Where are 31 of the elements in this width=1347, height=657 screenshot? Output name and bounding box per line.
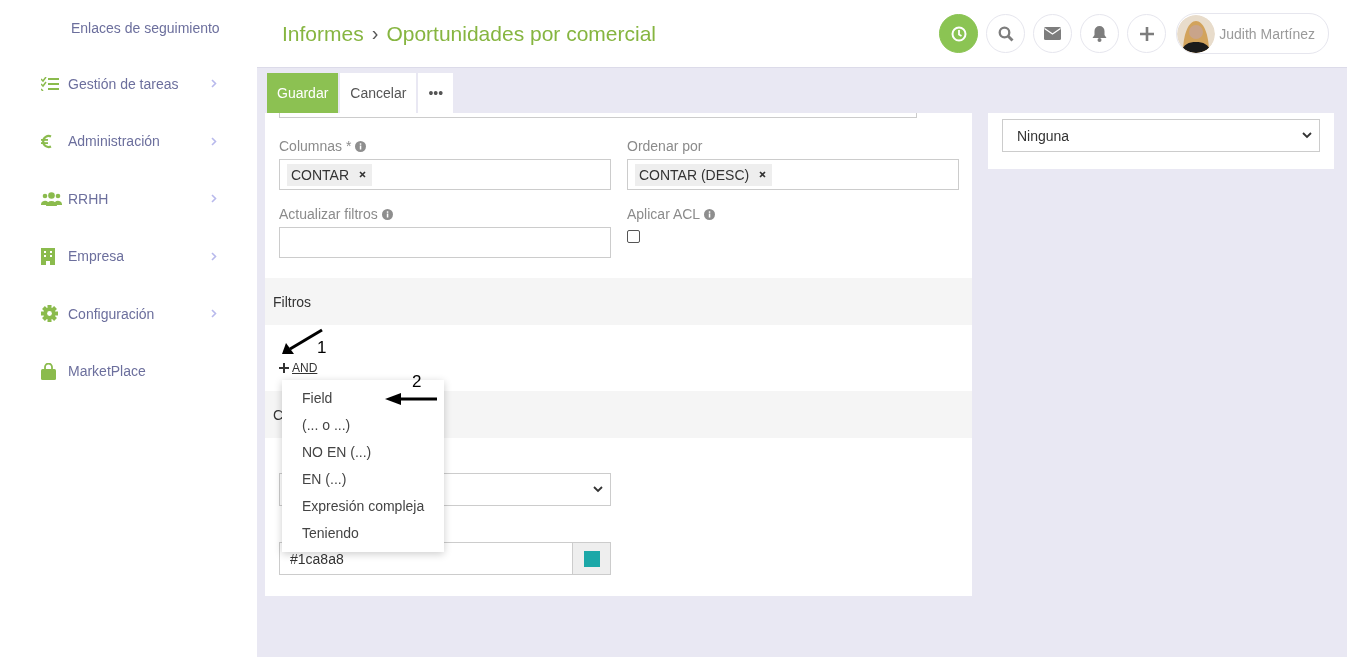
annotation-number: 2 bbox=[412, 372, 422, 392]
sidebar-item[interactable]: Administración bbox=[68, 133, 211, 150]
sidebar-item[interactable]: MarketPlace bbox=[68, 363, 257, 380]
tag-field[interactable]: CONTAR bbox=[279, 159, 611, 190]
tag-label: CONTAR bbox=[291, 166, 350, 183]
breadcrumb-separator: › bbox=[371, 22, 379, 45]
sidebar-item[interactable]: Empresa bbox=[68, 248, 211, 265]
annotation-number: 1 bbox=[317, 338, 327, 358]
section-title: C bbox=[273, 406, 284, 423]
field-label: Aplicar ACL bbox=[627, 206, 701, 222]
field-label: Ordenar por bbox=[627, 138, 703, 154]
section-title: Filtros bbox=[273, 293, 312, 310]
tag-label: CONTAR (DESC) bbox=[639, 166, 750, 183]
cancel-button[interactable]: Cancelar bbox=[340, 73, 417, 113]
page-title: Oportunidades por comercial bbox=[386, 21, 656, 46]
menu-item[interactable]: EN (...) bbox=[282, 466, 444, 493]
menu-item[interactable]: Teniendo bbox=[282, 520, 444, 547]
sidebar-item[interactable]: Configuración bbox=[68, 305, 211, 322]
menu-item[interactable]: Expresión compleja bbox=[282, 493, 444, 520]
select-field[interactable]: Ninguna bbox=[1002, 119, 1320, 152]
field-label: Actualizar filtros bbox=[279, 206, 378, 222]
menu-item[interactable]: NO EN (...) bbox=[282, 439, 444, 466]
field-label: Columnas * bbox=[279, 138, 352, 154]
sidebar-item[interactable]: RRHH bbox=[68, 190, 211, 207]
sidebar-heading[interactable]: Enlaces de seguimiento bbox=[0, 0, 257, 40]
sidebar-item[interactable]: Gestión de tareas bbox=[68, 75, 211, 92]
user-name: Judith Martínez bbox=[1219, 25, 1315, 42]
add-and-link[interactable]: AND bbox=[279, 361, 318, 375]
more-button[interactable]: ••• bbox=[418, 73, 454, 113]
tag-field[interactable]: CONTAR (DESC) bbox=[627, 159, 959, 190]
menu-item[interactable]: (... o ...) bbox=[282, 412, 444, 439]
